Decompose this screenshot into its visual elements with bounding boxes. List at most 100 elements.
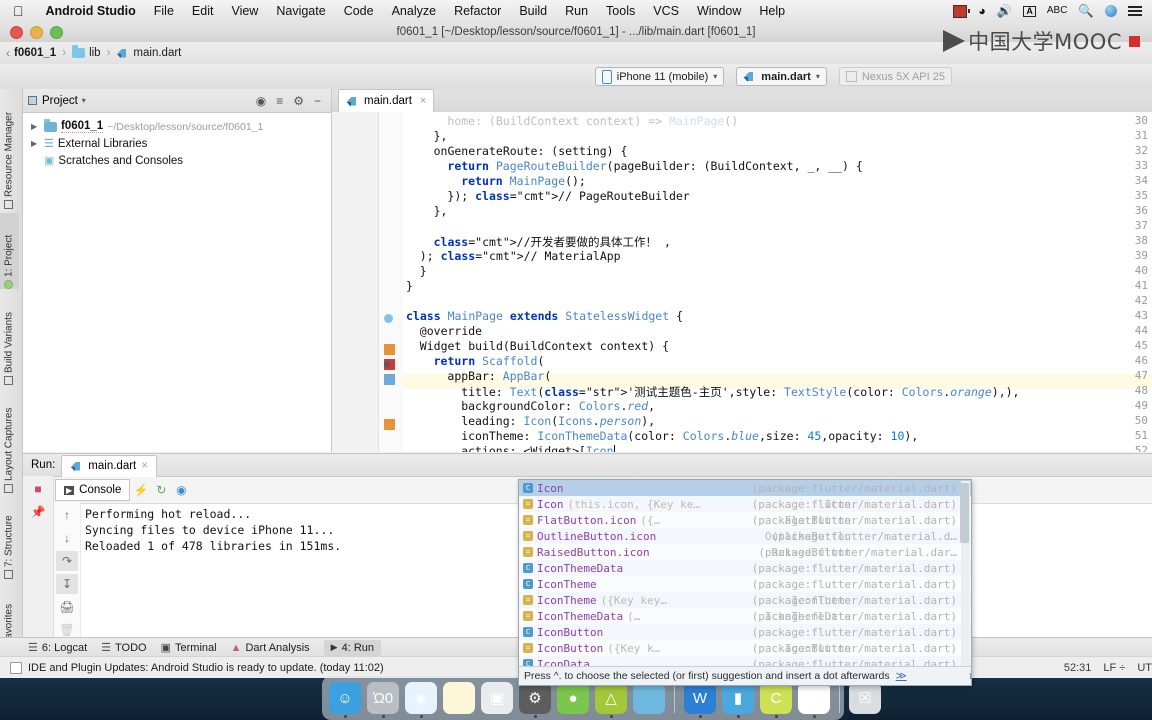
- autocomplete-item[interactable]: C IconButton (package:flutter/material.dar…: [519, 624, 971, 640]
- code-line[interactable]: home: (BuildContext context) => MainPage…: [406, 114, 738, 128]
- globe-icon[interactable]: [1105, 5, 1117, 17]
- pin-icon[interactable]: 📌: [27, 502, 49, 522]
- code-line[interactable]: return MainPage();: [406, 174, 586, 188]
- soft-wrap-icon[interactable]: ↷: [56, 551, 78, 571]
- battery-icon[interactable]: [953, 4, 970, 18]
- code-line[interactable]: Widget build(BuildContext context) {: [406, 339, 669, 353]
- tree-node-scratches[interactable]: ▣ Scratches and Consoles: [23, 152, 331, 169]
- print-icon[interactable]: 🖨: [56, 597, 78, 617]
- code-line[interactable]: leading: Icon(Icons.person),: [406, 414, 655, 428]
- code-line[interactable]: }); class="cmt">// PageRouteBuilder: [406, 189, 689, 203]
- sidebar-item-structure[interactable]: 7: Structure: [0, 501, 19, 579]
- dock-item-coda[interactable]: C: [760, 682, 792, 718]
- autocomplete-list[interactable]: C Icon (package:flutter/material.dart) = Ico…: [519, 480, 971, 672]
- scroll-to-end-icon[interactable]: ↧: [56, 574, 78, 594]
- control-center-icon[interactable]: [1128, 4, 1142, 18]
- autocomplete-item[interactable]: C IconThemeData (package:flutter/material.…: [519, 560, 971, 576]
- dock-item-launchpad[interactable]: Ὠ0: [367, 682, 399, 718]
- tab-dart-analysis[interactable]: ▲ Dart Analysis: [231, 642, 310, 654]
- scroll-down-icon[interactable]: ↓: [56, 528, 78, 548]
- collapse-icon[interactable]: ≡: [271, 94, 288, 108]
- dock-item-finder[interactable]: ☺: [329, 682, 361, 718]
- tab-todo[interactable]: ☰ TODO: [101, 641, 146, 655]
- code-line[interactable]: backgroundColor: Colors.red,: [406, 399, 655, 413]
- dock-item-trash[interactable]: ☒: [849, 682, 881, 714]
- autocomplete-item[interactable]: = Icon (this.icon, {Key ke… Icon (package:fl…: [519, 496, 971, 512]
- sidebar-item-resource-manager[interactable]: Resource Manager: [0, 91, 19, 209]
- wifi-icon[interactable]: ◕: [978, 5, 986, 18]
- apple-menu-icon[interactable]: : [0, 4, 37, 18]
- code-line[interactable]: return PageRouteBuilder(pageBuilder: (Bu…: [406, 159, 862, 173]
- gutter-run-icon[interactable]: [384, 314, 393, 323]
- tab-run[interactable]: ▶ 4: Run: [323, 639, 382, 656]
- autocomplete-item[interactable]: = FlatButton.icon ({… FlatButton (package:fl…: [519, 512, 971, 528]
- menu-item-view[interactable]: View: [222, 4, 267, 18]
- close-tab-icon[interactable]: ×: [420, 95, 426, 107]
- menu-item-window[interactable]: Window: [688, 4, 750, 18]
- sidebar-item-layout-captures[interactable]: Layout Captures: [0, 389, 19, 493]
- device-selector[interactable]: iPhone 11 (mobile) ▾: [594, 67, 725, 86]
- tab-logcat[interactable]: ☰ 6: Logcat: [28, 641, 87, 655]
- sidebar-item-project[interactable]: 1: Project: [0, 213, 19, 289]
- close-run-tab-icon[interactable]: ×: [141, 460, 148, 472]
- sidebar-item-build-variants[interactable]: Build Variants: [0, 293, 19, 385]
- menu-item-run[interactable]: Run: [556, 4, 597, 18]
- tree-node-project[interactable]: ▶ f0601_1 ~/Desktop/lesson/source/f0601_…: [23, 118, 331, 135]
- menu-item-help[interactable]: Help: [750, 4, 794, 18]
- scroll-up-icon[interactable]: ↑: [56, 505, 78, 525]
- inspector-icon[interactable]: ◉: [172, 481, 190, 499]
- code-line[interactable]: ); class="cmt">// MaterialApp: [406, 249, 621, 263]
- code-line[interactable]: iconTheme: IconThemeData(color: Colors.b…: [406, 429, 918, 443]
- menu-item-code[interactable]: Code: [335, 4, 383, 18]
- menu-item-refactor[interactable]: Refactor: [445, 4, 510, 18]
- code-line[interactable]: title: Text(class="str">'测试主题色-主页',style…: [406, 384, 1019, 400]
- code-line[interactable]: class MainPage extends StatelessWidget {: [406, 309, 683, 323]
- dock-item-safari[interactable]: ◈: [405, 682, 437, 718]
- autocomplete-popup[interactable]: C Icon (package:flutter/material.dart) = Ico…: [518, 479, 972, 686]
- code-line[interactable]: onGenerateRoute: (setting) {: [406, 144, 628, 158]
- editor-tab-main-dart[interactable]: main.dart ×: [338, 89, 435, 112]
- autocomplete-item[interactable]: C Icon (package:flutter/material.dart): [519, 480, 971, 496]
- run-config-selector[interactable]: main.dart ▾: [736, 67, 827, 86]
- status-checkbox-icon[interactable]: [10, 662, 22, 674]
- tab-terminal[interactable]: ▣ Terminal: [161, 641, 217, 655]
- autocomplete-item[interactable]: = IconTheme ({Key key… IconTheme (package:fl…: [519, 592, 971, 608]
- menu-item-file[interactable]: File: [145, 4, 183, 18]
- code-line[interactable]: @override: [406, 324, 482, 338]
- settings-gear-icon[interactable]: ⚙: [288, 94, 309, 108]
- code-line[interactable]: },: [406, 204, 448, 218]
- volume-icon[interactable]: 🔊: [997, 5, 1013, 18]
- dock-item-system-preferences[interactable]: ⚙: [519, 682, 551, 718]
- dock-item-screenshot[interactable]: ▣: [481, 682, 513, 714]
- minimize-panel-icon[interactable]: −: [309, 94, 326, 108]
- run-panel-tab[interactable]: main.dart ×: [61, 454, 157, 477]
- expand-arrow-icon-2[interactable]: ▶: [31, 139, 40, 148]
- menu-item-tools[interactable]: Tools: [597, 4, 644, 18]
- tree-node-external-libraries[interactable]: ▶ ☰ External Libraries: [23, 135, 331, 152]
- autocomplete-scrollbar-thumb[interactable]: [960, 483, 969, 543]
- dock-item-folder[interactable]: [633, 682, 665, 714]
- autocomplete-hint-link[interactable]: ≫: [896, 670, 907, 682]
- code-line[interactable]: actions: <Widget>[Icon,: [406, 444, 621, 452]
- code-editor[interactable]: 30 home: (BuildContext context) => MainPa…: [332, 112, 1152, 452]
- expand-arrow-icon[interactable]: ▶: [31, 122, 40, 131]
- autocomplete-item[interactable]: = OutlineButton.icon OutlineButton (package…: [519, 528, 971, 544]
- flash-icon[interactable]: ⚡: [132, 481, 150, 499]
- avd-selector[interactable]: Nexus 5X API 25: [838, 67, 952, 86]
- dock-item-notes[interactable]: [443, 682, 475, 714]
- autocomplete-item[interactable]: C IconTheme (package:flutter/material.dart…: [519, 576, 971, 592]
- code-line[interactable]: },: [406, 129, 448, 143]
- line-separator[interactable]: LF ÷: [1103, 662, 1125, 674]
- menu-item-navigate[interactable]: Navigate: [267, 4, 334, 18]
- search-icon[interactable]: 🔍: [1078, 5, 1094, 18]
- input-source-icon[interactable]: A: [1023, 5, 1036, 17]
- code-line[interactable]: return Scaffold(: [406, 354, 545, 368]
- autocomplete-item[interactable]: = IconThemeData (… IconThemeData (package:fl…: [519, 608, 971, 624]
- dock-item-baidu-netdisk[interactable]: ❂: [798, 682, 830, 718]
- stop-icon[interactable]: ■: [27, 479, 49, 499]
- breadcrumb-item-file[interactable]: main.dart: [133, 47, 181, 59]
- file-encoding[interactable]: UT: [1137, 662, 1152, 674]
- caret-position[interactable]: 52:31: [1064, 662, 1092, 674]
- menu-item-analyze[interactable]: Analyze: [383, 4, 445, 18]
- autocomplete-item[interactable]: = IconButton ({Key k… IconButton (package:fl…: [519, 640, 971, 656]
